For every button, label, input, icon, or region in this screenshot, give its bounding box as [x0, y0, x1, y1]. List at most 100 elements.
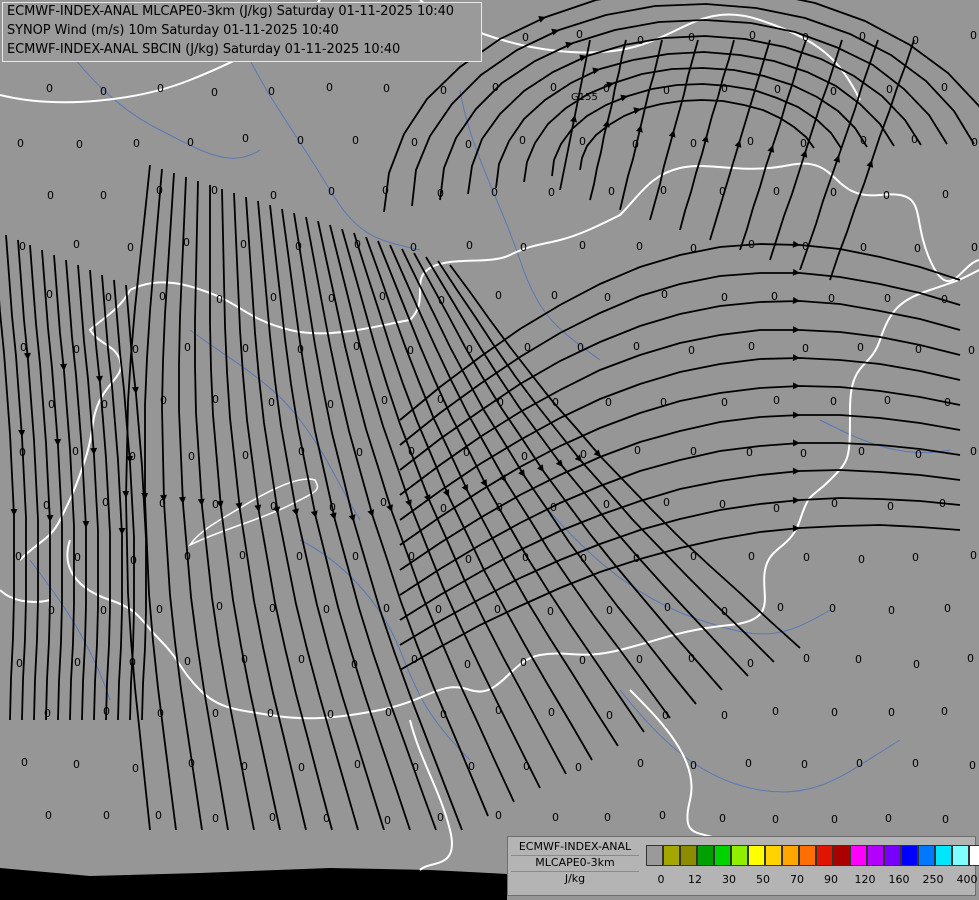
station-value: 0 — [550, 81, 557, 94]
station-value: 0 — [660, 184, 667, 197]
station-value: 0 — [242, 449, 249, 462]
station-value: 0 — [45, 809, 52, 822]
station-value: 0 — [520, 241, 527, 254]
station-value: 0 — [328, 185, 335, 198]
station-value: 0 — [437, 393, 444, 406]
station-value: 0 — [772, 705, 779, 718]
station-value: 0 — [463, 446, 470, 459]
legend-swatch — [714, 845, 731, 866]
station-value: 0 — [831, 497, 838, 510]
station-value: 0 — [73, 343, 80, 356]
station-value: 0 — [690, 445, 697, 458]
station-value: 0 — [156, 603, 163, 616]
station-value: 0 — [187, 136, 194, 149]
station-value: 0 — [636, 653, 643, 666]
station-value: 0 — [633, 552, 640, 565]
station-value: 0 — [100, 85, 107, 98]
station-value: 0 — [408, 445, 415, 458]
station-value: 0 — [690, 137, 697, 150]
station-value: 0 — [911, 133, 918, 146]
station-value: 0 — [47, 189, 54, 202]
header-line-sbcin: ECMWF-INDEX-ANAL SBCIN (J/kg) Saturday 0… — [7, 42, 401, 57]
station-value: 0 — [127, 241, 134, 254]
station-value: 0 — [802, 240, 809, 253]
station-value: 0 — [579, 239, 586, 252]
station-value: 0 — [547, 605, 554, 618]
station-value: 0 — [323, 812, 330, 825]
color-legend: ECMWF-INDEX-ANAL MLCAPE0-3km J/kg 0 12 30 5… — [507, 836, 979, 896]
station-value: 0 — [380, 496, 387, 509]
station-value: 0 — [438, 294, 445, 307]
station-value: 0 — [17, 137, 24, 150]
station-value: 0 — [268, 396, 275, 409]
station-value: 0 — [857, 341, 864, 354]
station-value: 0 — [802, 31, 809, 44]
station-value: 0 — [412, 761, 419, 774]
station-value: 0 — [830, 186, 837, 199]
station-value: 0 — [721, 605, 728, 618]
station-value: 0 — [385, 706, 392, 719]
station-value: 0 — [663, 496, 670, 509]
station-value: 0 — [160, 394, 167, 407]
station-value: 0 — [407, 344, 414, 357]
station-value: 0 — [267, 707, 274, 720]
station-value: 0 — [183, 236, 190, 249]
station-value: 0 — [437, 187, 444, 200]
station-value: 0 — [437, 811, 444, 824]
station-value: 0 — [270, 291, 277, 304]
station-value: 0 — [860, 241, 867, 254]
station-value: 0 — [603, 82, 610, 95]
station-value: 0 — [519, 134, 526, 147]
station-value: 0 — [883, 189, 890, 202]
station-value: 0 — [323, 603, 330, 616]
legend-tick-label: 400 — [956, 873, 978, 886]
station-value: 0 — [270, 189, 277, 202]
station-value: 0 — [133, 137, 140, 150]
station-value: 0 — [132, 762, 139, 775]
station-value: 0 — [721, 396, 728, 409]
station-value: 0 — [663, 84, 670, 97]
legend-tick-label: 90 — [824, 873, 838, 886]
station-value: 0 — [942, 188, 949, 201]
station-value: 0 — [884, 292, 891, 305]
station-value: 0 — [604, 811, 611, 824]
station-value: 0 — [326, 81, 333, 94]
station-value: 0 — [721, 291, 728, 304]
station-value: 0 — [912, 757, 919, 770]
map-header: ECMWF-INDEX-ANAL MLCAPE0-3km (J/kg) Satu… — [2, 2, 482, 62]
station-value: 0 — [155, 809, 162, 822]
station-value: 0 — [914, 242, 921, 255]
station-value: 0 — [748, 340, 755, 353]
header-line-wind: SYNOP Wind (m/s) 10m Saturday 01-11-2025… — [7, 23, 339, 38]
station-value: 0 — [157, 707, 164, 720]
legend-swatch — [799, 845, 816, 866]
legend-swatch — [646, 845, 663, 866]
station-value: 0 — [297, 134, 304, 147]
station-value: 0 — [688, 31, 695, 44]
legend-swatch — [952, 845, 969, 866]
station-value: 0 — [634, 444, 641, 457]
station-value: 0 — [888, 604, 895, 617]
station-value: 0 — [384, 814, 391, 827]
station-value: 0 — [298, 761, 305, 774]
legend-swatch — [782, 845, 799, 866]
station-value: 0 — [855, 653, 862, 666]
station-value: 0 — [577, 341, 584, 354]
legend-tick-label: 0 — [657, 873, 665, 886]
station-value: 0 — [721, 709, 728, 722]
station-value: 0 — [379, 290, 386, 303]
station-value: 0 — [941, 705, 948, 718]
station-value: 0 — [354, 758, 361, 771]
station-value: 0 — [465, 553, 472, 566]
station-value: 0 — [548, 706, 555, 719]
station-value: 0 — [829, 602, 836, 615]
station-value: 0 — [773, 502, 780, 515]
station-value: 0 — [239, 549, 246, 562]
station-value: 0 — [351, 658, 358, 671]
station-value: 0 — [830, 85, 837, 98]
station-value: 0 — [216, 600, 223, 613]
station-value: 0 — [184, 655, 191, 668]
station-value: 0 — [859, 30, 866, 43]
legend-title: ECMWF-INDEX-ANAL MLCAPE0-3km J/kg — [511, 840, 639, 894]
station-value: 0 — [941, 81, 948, 94]
